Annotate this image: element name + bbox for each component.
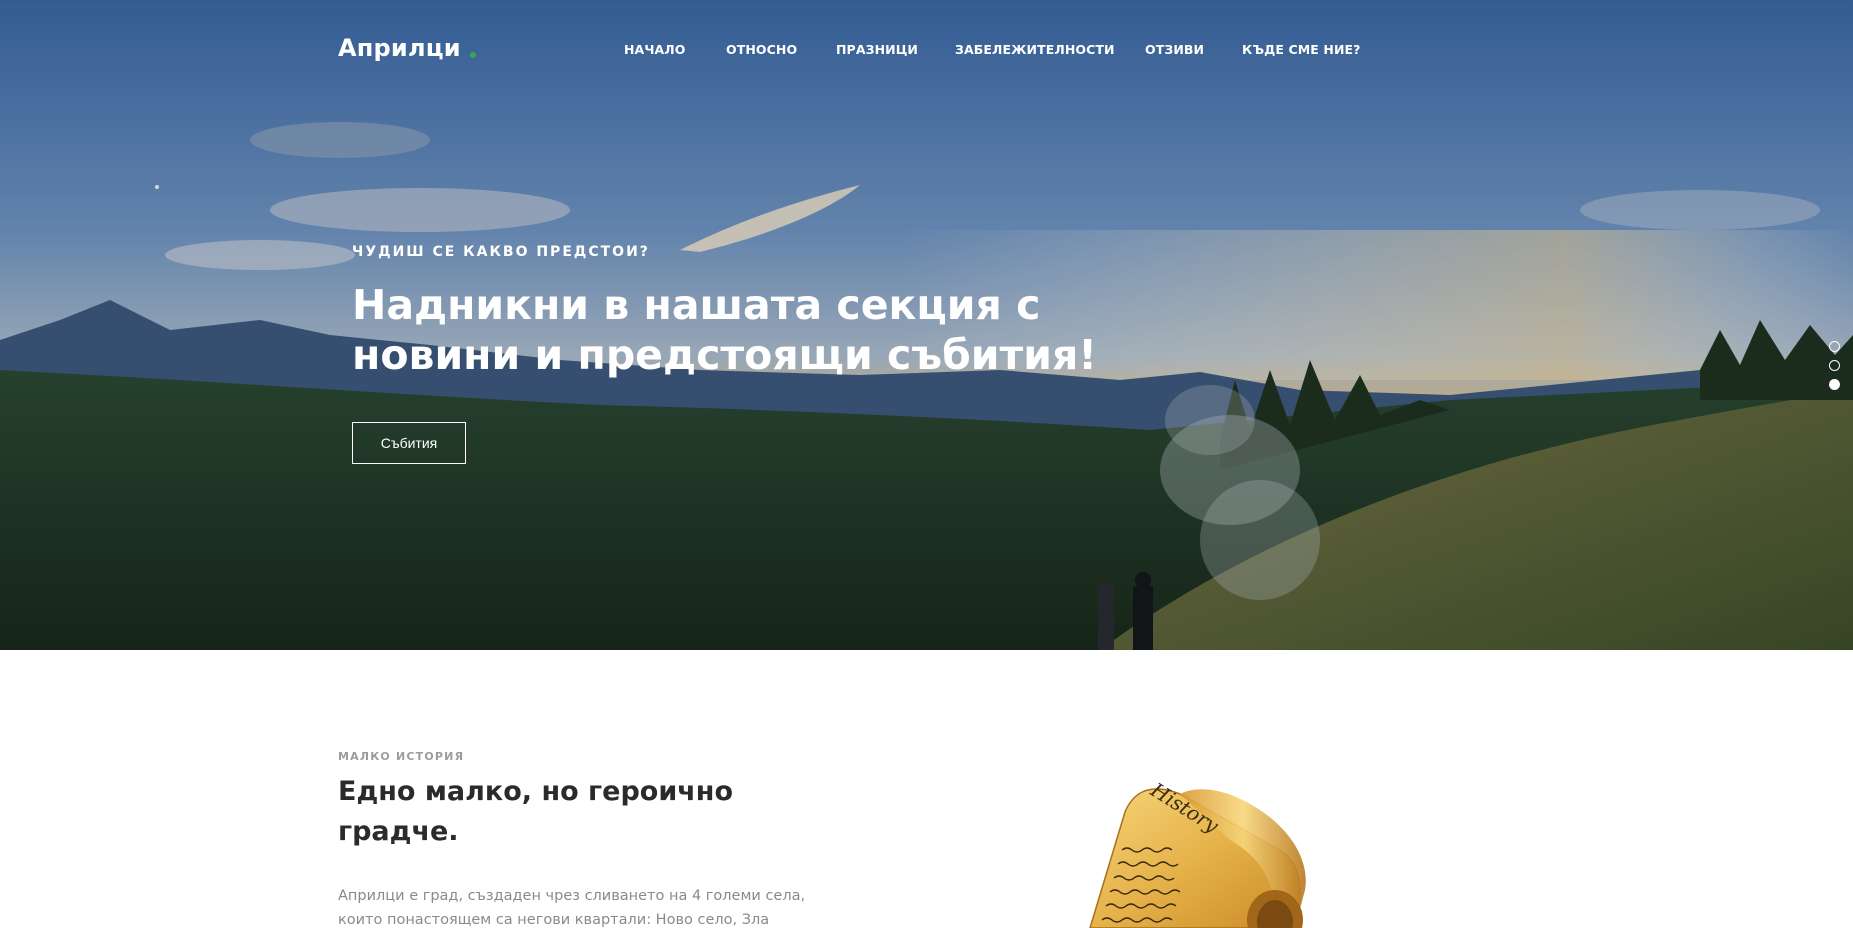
slider-dot-1[interactable] bbox=[1829, 341, 1840, 352]
history-text: Априлци е град, създаден чрез сливането … bbox=[338, 888, 806, 928]
slider-dots bbox=[1829, 341, 1840, 398]
nav-item-location[interactable]: КЪДЕ СМЕ НИЕ? bbox=[1242, 42, 1361, 57]
nav-item-reviews[interactable]: ОТЗИВИ bbox=[1145, 42, 1204, 57]
nav-item-holidays[interactable]: ПРАЗНИЦИ bbox=[836, 42, 918, 57]
logo-accent-dot bbox=[470, 52, 476, 58]
hero-eyebrow: ЧУДИШ СЕ КАКВО ПРЕДСТОИ? bbox=[352, 244, 650, 260]
history-title: Едно малко, но героично градче. bbox=[338, 776, 734, 847]
slider-dot-3[interactable] bbox=[1829, 379, 1840, 390]
hero-headline: Надникни в нашата секция с новини и пред… bbox=[352, 281, 1097, 379]
events-button[interactable]: Събития bbox=[352, 422, 466, 464]
history-scroll-image: History bbox=[1089, 780, 1306, 928]
nav-item-sights[interactable]: ЗАБЕЛЕЖИТЕЛНОСТИ bbox=[955, 42, 1115, 57]
nav-item-about[interactable]: ОТНОСНО bbox=[726, 42, 797, 57]
nav-item-home[interactable]: НАЧАЛО bbox=[624, 42, 686, 57]
hero-banner: Априлци НАЧАЛО ОТНОСНО ПРАЗНИЦИ ЗАБЕЛЕЖИ… bbox=[0, 0, 1853, 650]
history-eyebrow: МАЛКО ИСТОРИЯ bbox=[338, 750, 465, 763]
slider-dot-2[interactable] bbox=[1829, 360, 1840, 371]
site-logo[interactable]: Априлци bbox=[338, 34, 461, 62]
